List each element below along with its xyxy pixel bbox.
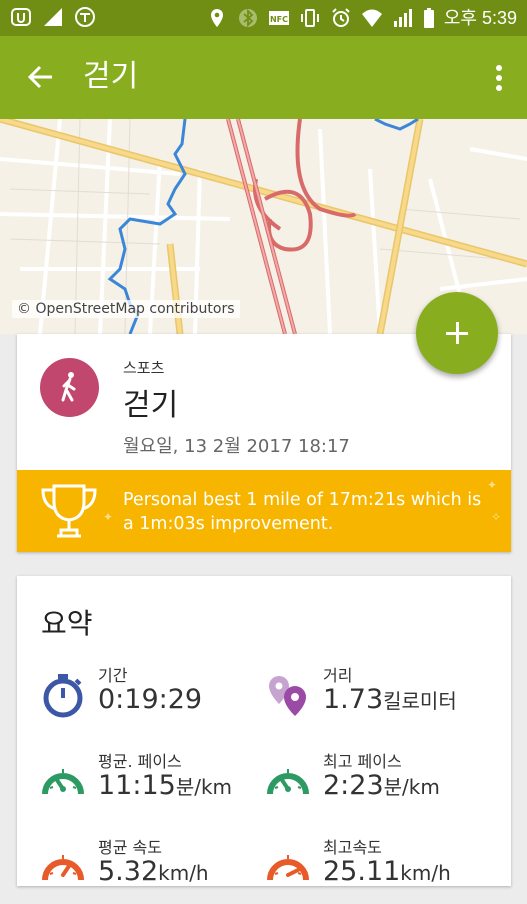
personal-best-text: Personal best 1 mile of 17m:21s which is… [123,490,482,534]
stat-label: 평균. 페이스 [98,752,182,771]
nfc-icon: NFC [268,7,290,29]
stat-value: 5.32km/h [98,856,209,887]
avg-pace-unit-a: 분 [175,775,195,799]
add-button[interactable] [416,292,498,374]
best-pace-unit-a: 분 [383,775,403,799]
avg-pace-value: 11:15 [98,770,176,801]
back-arrow-icon[interactable] [26,62,56,92]
page-title: 걷기 [83,59,139,94]
sparkle-icon: ✦ [103,510,114,524]
trophy-icon [41,484,97,538]
stat-best-pace: 최고 페이스 2:23분/km [265,748,505,818]
map-pins-icon [269,676,306,716]
tmap-icon [74,6,96,28]
more-options-icon[interactable] [495,64,503,92]
stat-value: 11:15분/km [98,770,232,801]
status-left-icons [10,6,96,28]
avg-speed-value: 5.32 [98,856,159,887]
avg-speed-unit: km/h [158,861,209,885]
stat-value: 0:19:29 [98,684,202,715]
speed-gauge-icon [267,855,309,881]
distance-unit: 킬로미터 [383,689,457,713]
stat-max-speed: 최고속도 25.11km/h [265,834,505,904]
stat-label: 기간 [98,666,128,685]
map-attribution: © OpenStreetMap contributors [12,300,240,318]
app-bar: 걷기 [0,36,527,119]
max-speed-unit: km/h [400,861,451,885]
activity-name: 걷기 [123,388,179,423]
duration-value: 0:19:29 [98,684,203,715]
speedometer-icon [42,769,84,795]
walking-person-icon [61,372,76,402]
stat-value: 25.11km/h [323,856,451,887]
summary-title: 요약 [41,607,93,640]
best-pace-unit-b: /km [402,775,440,799]
sparkle-icon: ✦ [487,478,498,492]
activity-date: 월요일, 13 2월 2017 18:17 [123,436,350,457]
bluetooth-icon [237,7,259,29]
stat-value: 2:23분/km [323,770,440,801]
speedometer-icon [267,769,309,795]
stat-value: 1.73킬로미터 [323,684,457,715]
status-time: 오후 5:39 [443,8,517,28]
status-right-icons: NFC 오후 5:39 [206,6,517,30]
avg-pace-unit-b: /km [194,775,233,799]
app-notification-icon [10,6,32,28]
alarm-icon [330,7,352,29]
battery-icon [423,7,435,29]
stat-label: 최고속도 [323,838,382,857]
speed-gauge-icon [42,855,84,881]
stat-avg-pace: 평균. 페이스 11:15분/km [40,748,280,818]
svg-text:NFC: NFC [270,15,288,24]
stat-label: 평균 속도 [98,838,162,857]
stopwatch-icon [43,674,83,718]
stat-label: 최고 페이스 [323,752,402,771]
max-speed-value: 25.11 [323,856,401,887]
activity-category: 스포츠 [123,359,165,377]
personal-best-banner[interactable]: Personal best 1 mile of 17m:21s which is… [17,470,511,552]
sparkle-icon: ✧ [491,510,502,524]
summary-card: 요약 기간 0:19:29 거리 1.73킬로미터 평균. 페이스 11:15분… [17,576,511,887]
sport-avatar [40,358,99,417]
wifi-icon [361,7,383,29]
distance-value: 1.73 [323,684,384,715]
best-pace-value: 2:23 [323,770,384,801]
status-bar: NFC 오후 5:39 [0,0,527,36]
location-icon [206,7,228,29]
stat-distance: 거리 1.73킬로미터 [265,662,505,732]
stat-avg-speed: 평균 속도 5.32km/h [40,834,280,904]
cell-signal-icon [392,7,414,29]
stat-label: 거리 [323,666,353,685]
stat-duration: 기간 0:19:29 [40,662,280,732]
vibrate-icon [299,7,321,29]
no-sim-signal-icon [42,6,64,28]
